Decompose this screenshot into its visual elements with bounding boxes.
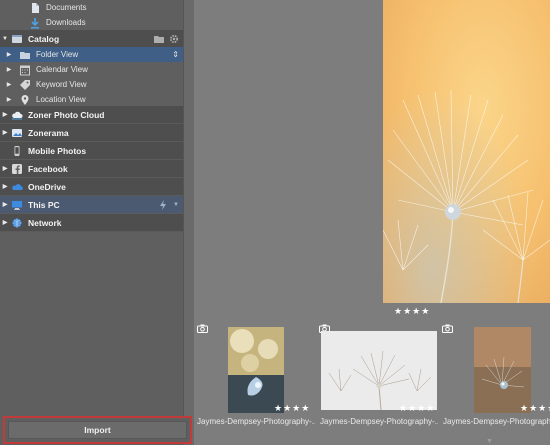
cloud-icon: [10, 109, 24, 121]
import-highlight: Import: [3, 416, 192, 444]
tree-item-label: Downloads: [46, 18, 86, 27]
tree-item-keyword-view[interactable]: ▶ Keyword View: [0, 77, 183, 92]
thumbnail-filename: Jaymes-Dempsey-Photography-...: [320, 417, 438, 426]
add-folder-icon[interactable]: [154, 34, 164, 44]
sidebar-scrollbar[interactable]: [183, 0, 194, 445]
network-icon: [10, 217, 24, 229]
filmstrip: ★★★★ Jaymes-Dempsey-Photography-... ★★★★…: [194, 320, 550, 445]
thumbnail-filename: Jaymes-Dempsey-Photography-...: [197, 417, 315, 426]
section-label: Zoner Photo Cloud: [28, 109, 105, 120]
phone-icon: [10, 145, 24, 157]
location-pin-icon: [18, 94, 32, 106]
section-zoner-photo-cloud[interactable]: ▶ Zoner Photo Cloud: [0, 106, 183, 124]
section-facebook[interactable]: ▶ Facebook: [0, 160, 183, 178]
section-network[interactable]: ▶ Network: [0, 214, 183, 232]
section-this-pc[interactable]: ▶ This PC ▼: [0, 196, 183, 214]
tree-item-folder-view[interactable]: ▶ Folder View ⇕: [0, 47, 183, 62]
calendar-icon: [18, 64, 32, 76]
thumbnail-filename: Jaymes-Dempsey-Photography-...: [443, 417, 550, 426]
preview-image[interactable]: [383, 0, 550, 303]
section-label: OneDrive: [28, 181, 66, 192]
tree-item-documents[interactable]: Documents: [0, 0, 183, 15]
section-zonerama[interactable]: ▶ Zonerama: [0, 124, 183, 142]
thumbnail-1[interactable]: [228, 327, 284, 413]
section-mobile-photos[interactable]: Mobile Photos: [0, 142, 183, 160]
section-label: This PC: [28, 199, 60, 210]
tree-item-label: Keyword View: [36, 80, 87, 89]
document-icon: [28, 2, 42, 14]
import-button[interactable]: Import: [8, 421, 187, 439]
onedrive-icon: [10, 181, 24, 193]
thumbnail-3[interactable]: [474, 327, 531, 413]
thumbnail-rating[interactable]: ★★★★: [399, 403, 435, 414]
section-label: Network: [28, 217, 62, 228]
chevron-down-icon[interactable]: ▼: [0, 36, 10, 42]
tree-item-label: Location View: [36, 95, 86, 104]
thumbnail-rating[interactable]: ★★★★: [520, 403, 550, 414]
tree-item-calendar-view[interactable]: ▶ Calendar View: [0, 62, 183, 77]
tag-icon: [18, 79, 32, 91]
navigator-sidebar: Documents Downloads ▼ Catalog ▶ Folder V…: [0, 0, 194, 445]
camera-icon: [197, 324, 208, 333]
browser-main-area: ★★★★ ★★★★ Jaymes-Dempsey-Photography-...: [194, 0, 550, 445]
zonerama-icon: [10, 127, 24, 139]
catalog-icon: [10, 33, 24, 45]
preview-rating[interactable]: ★★★★: [394, 306, 430, 317]
section-onedrive[interactable]: ▶ OneDrive: [0, 178, 183, 196]
tree-item-label: Documents: [46, 3, 87, 12]
tree-item-downloads[interactable]: Downloads: [0, 15, 183, 30]
gear-icon[interactable]: [169, 34, 179, 44]
tree-item-label: Folder View: [36, 50, 79, 59]
download-icon: [28, 17, 42, 29]
computer-icon: [10, 199, 24, 211]
section-catalog[interactable]: ▼ Catalog: [0, 30, 183, 48]
sidebar-tree: Documents Downloads ▼ Catalog ▶ Folder V…: [0, 0, 183, 410]
section-label: Zonerama: [28, 127, 69, 138]
tree-item-label: Calendar View: [36, 65, 88, 74]
lightning-icon[interactable]: [158, 199, 168, 210]
chevron-down-icon[interactable]: ▼: [173, 202, 179, 208]
section-label: Facebook: [28, 163, 68, 174]
sort-toggle-icon[interactable]: ⇕: [172, 47, 179, 62]
section-label: Mobile Photos: [28, 145, 87, 156]
facebook-icon: [10, 163, 24, 175]
thumbnail-2[interactable]: [321, 331, 437, 410]
thumbnail-rating[interactable]: ★★★★: [274, 403, 310, 414]
tree-item-location-view[interactable]: ▶ Location View: [0, 92, 183, 107]
chevron-down-icon[interactable]: ▼: [486, 438, 493, 445]
camera-icon: [442, 324, 453, 333]
folder-icon: [18, 49, 32, 61]
section-label: Catalog: [28, 33, 60, 44]
